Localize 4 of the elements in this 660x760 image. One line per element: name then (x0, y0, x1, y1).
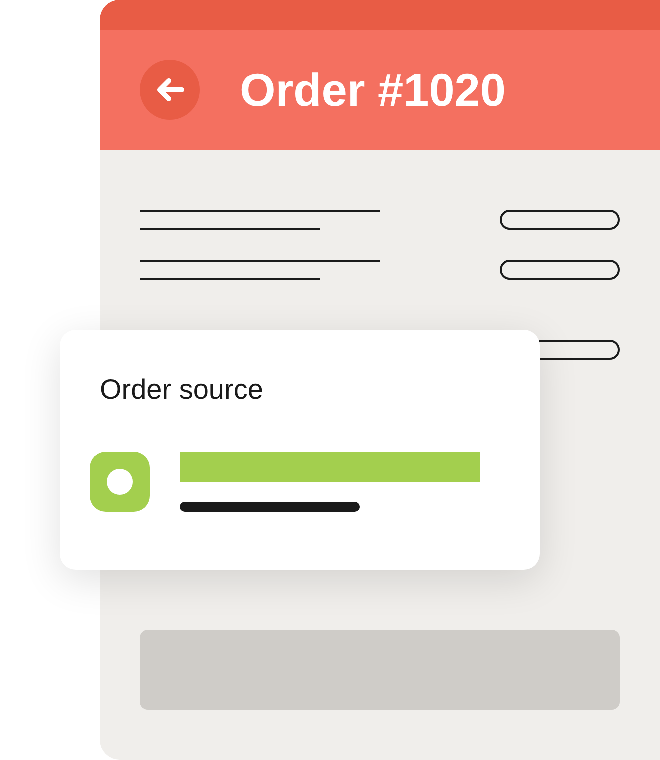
back-arrow-icon (156, 78, 184, 102)
window-title: Order #1020 (240, 63, 506, 117)
source-icon (90, 452, 150, 512)
card-title: Order source (100, 374, 264, 406)
